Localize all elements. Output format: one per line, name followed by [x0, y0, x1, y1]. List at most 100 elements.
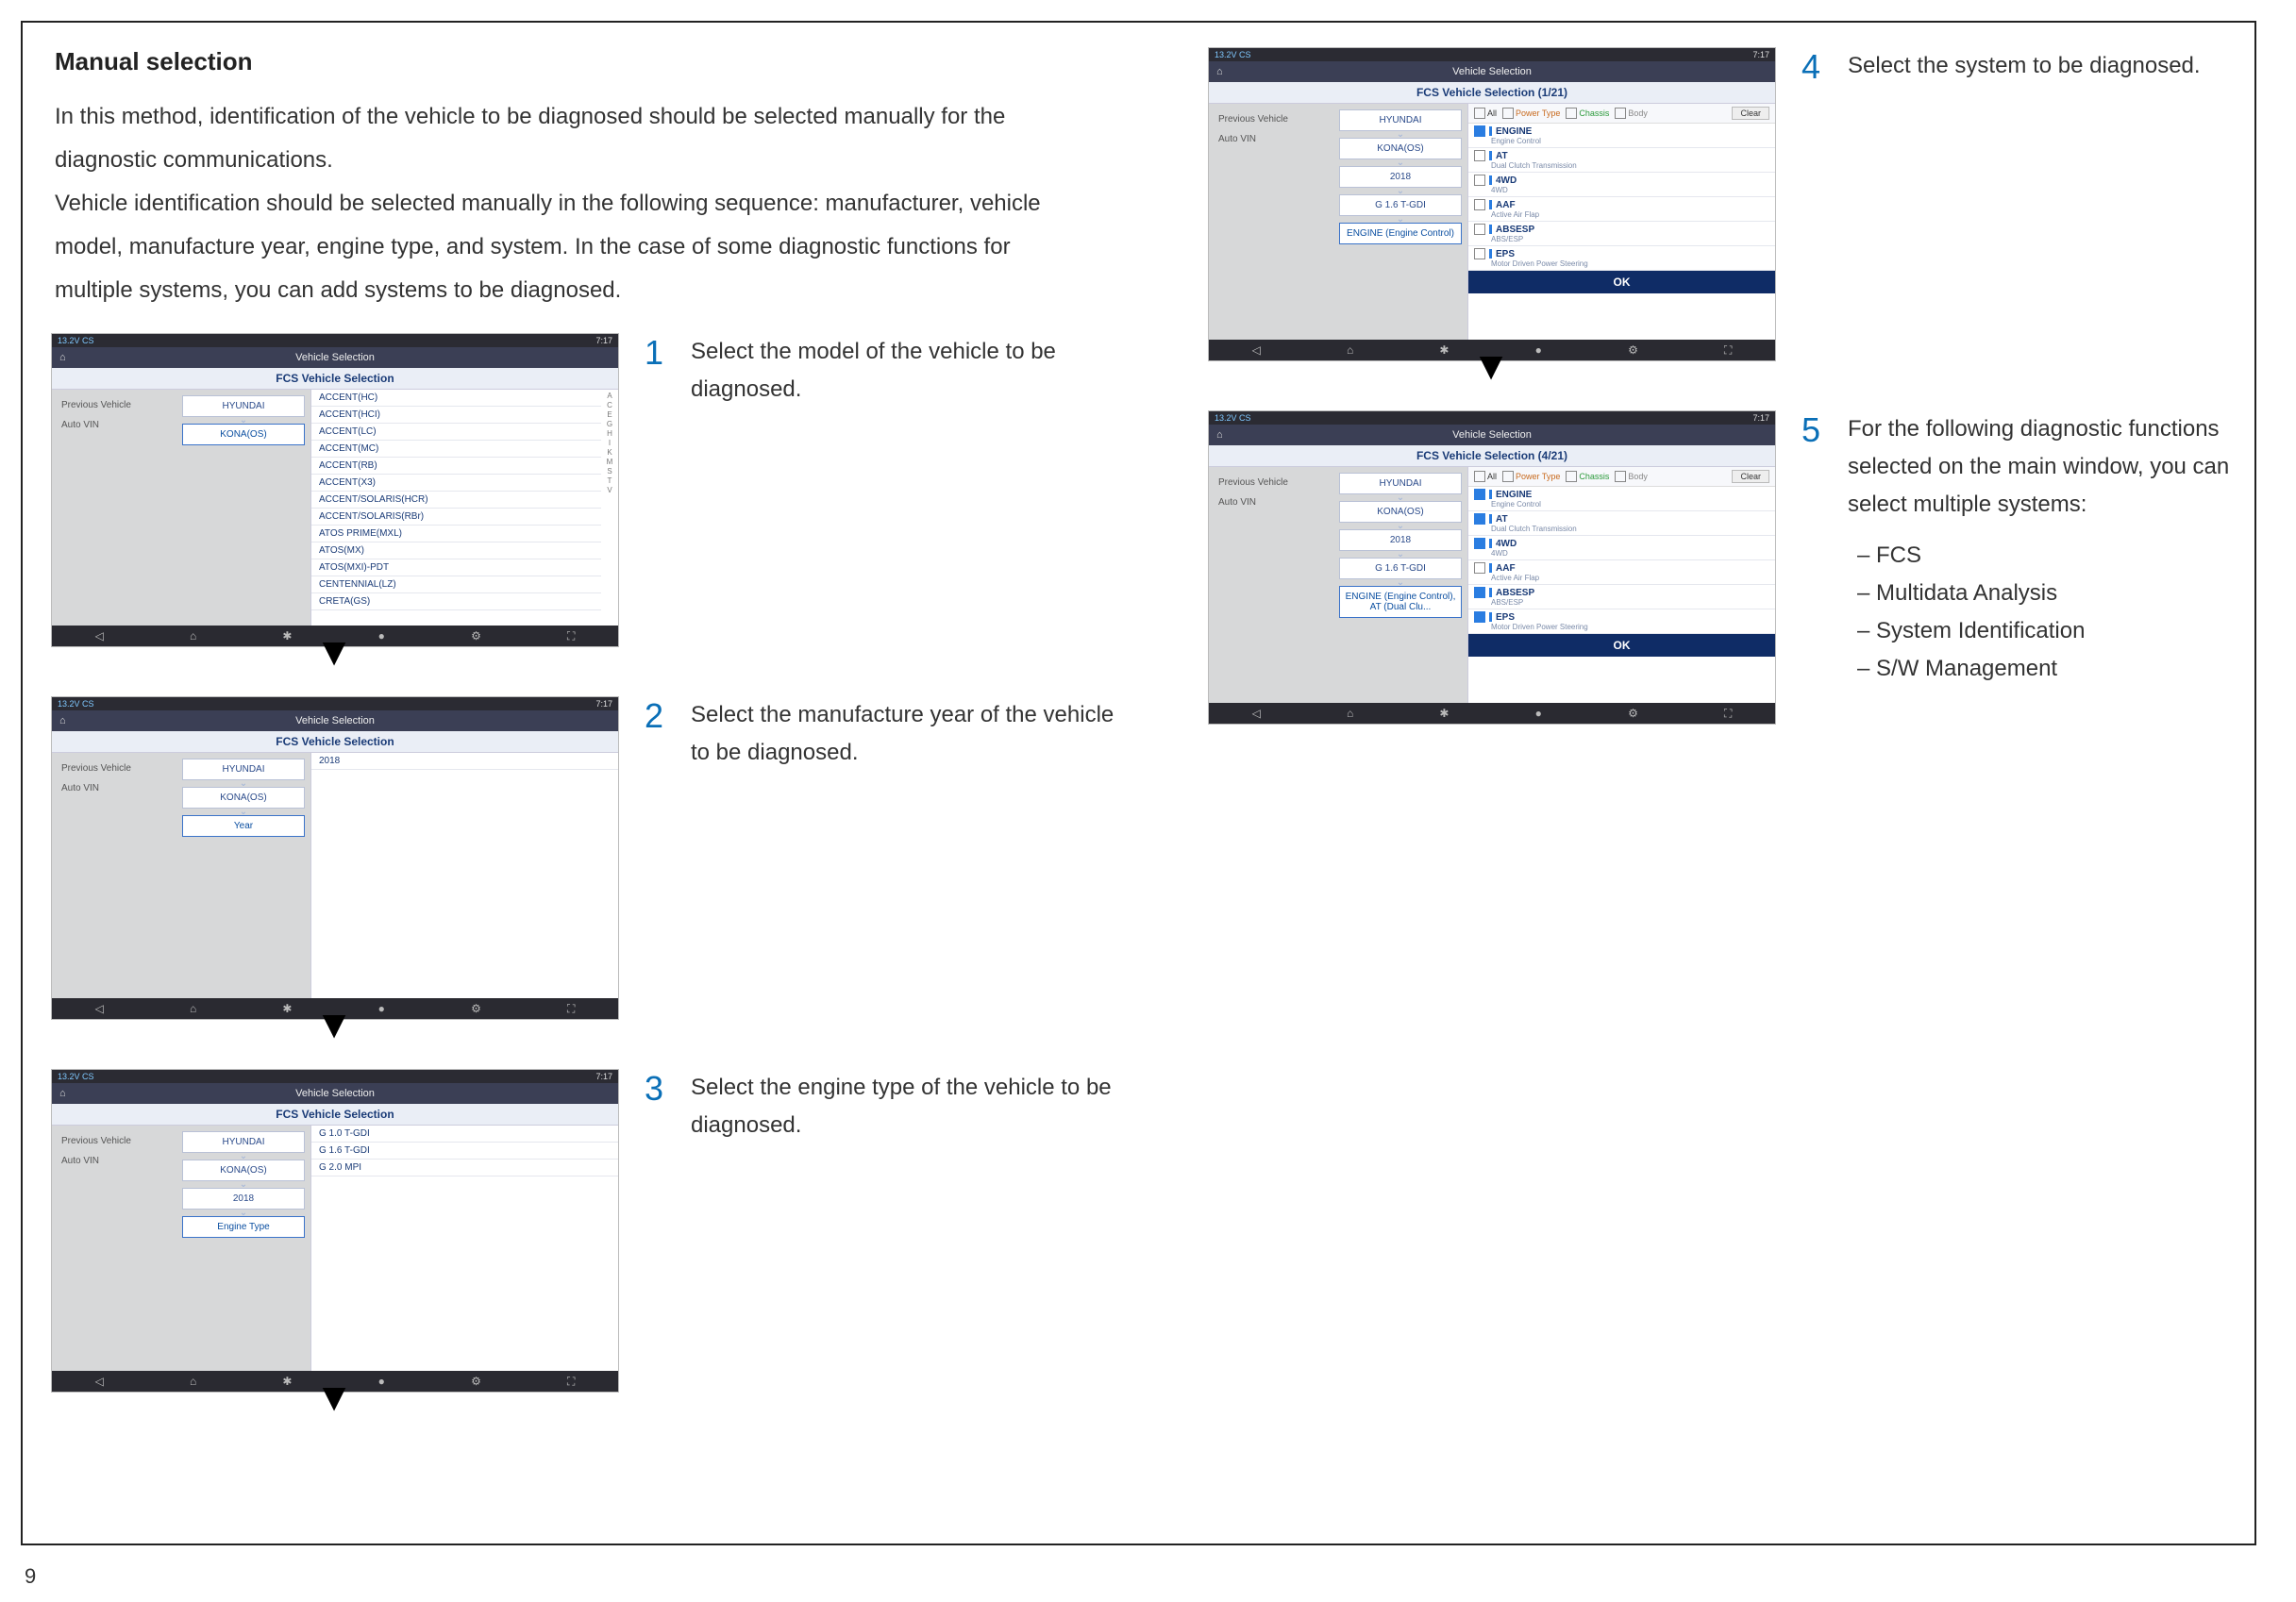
nav-icon[interactable]: ✱: [282, 629, 292, 642]
clear-button[interactable]: Clear: [1732, 470, 1769, 483]
nav-icon[interactable]: ✱: [282, 1375, 292, 1388]
az-index[interactable]: T: [608, 476, 612, 485]
nav-icon[interactable]: ⌂: [1347, 343, 1353, 357]
nav-icon[interactable]: ✱: [1439, 707, 1449, 720]
list-item[interactable]: ACCENT(RB): [311, 458, 601, 475]
system-item[interactable]: EPSMotor Driven Power Steering: [1468, 609, 1775, 634]
nav-icon[interactable]: ◁: [1252, 343, 1261, 357]
breadcrumb-item[interactable]: ENGINE (Engine Control), AT (Dual Clu...: [1339, 586, 1462, 618]
list-item[interactable]: ACCENT(HCI): [311, 407, 601, 424]
az-index[interactable]: E: [607, 410, 612, 419]
az-index[interactable]: C: [607, 401, 612, 409]
nav-icon[interactable]: ⛶: [567, 1002, 575, 1016]
nav-icon[interactable]: ●: [378, 1002, 385, 1015]
list-item[interactable]: ATOS(MX): [311, 542, 601, 559]
breadcrumb-item[interactable]: KONA(OS): [182, 1160, 305, 1181]
system-item[interactable]: ABSESPABS/ESP: [1468, 585, 1775, 609]
nav-icon[interactable]: ⛶: [1724, 343, 1732, 358]
sidebar-item-previous[interactable]: Previous Vehicle: [1215, 475, 1328, 491]
sidebar-item-previous[interactable]: Previous Vehicle: [1215, 111, 1328, 127]
breadcrumb-item[interactable]: 2018: [1339, 166, 1462, 188]
az-index[interactable]: A: [607, 392, 612, 400]
breadcrumb-item[interactable]: KONA(OS): [182, 424, 305, 445]
ok-button[interactable]: OK: [1468, 634, 1775, 657]
nav-icon[interactable]: ⛶: [1724, 707, 1732, 721]
nav-icon[interactable]: ⛶: [567, 1375, 575, 1389]
ok-button[interactable]: OK: [1468, 271, 1775, 293]
filter-power[interactable]: Power Type: [1502, 471, 1560, 482]
filter-all[interactable]: All: [1474, 108, 1497, 119]
list-item[interactable]: ACCENT(MC): [311, 441, 601, 458]
filter-power[interactable]: Power Type: [1502, 108, 1560, 119]
sidebar-item-autovin[interactable]: Auto VIN: [1215, 131, 1328, 147]
sidebar-item-previous[interactable]: Previous Vehicle: [58, 760, 171, 776]
list-item[interactable]: ATOS PRIME(MXL): [311, 526, 601, 542]
nav-icon[interactable]: ●: [378, 629, 385, 642]
system-item[interactable]: AAFActive Air Flap: [1468, 560, 1775, 585]
breadcrumb-item[interactable]: Engine Type: [182, 1216, 305, 1238]
sidebar-item-autovin[interactable]: Auto VIN: [58, 1153, 171, 1169]
list-item[interactable]: 2018: [311, 753, 618, 770]
az-index[interactable]: I: [609, 439, 611, 447]
nav-icon[interactable]: ⌂: [190, 629, 196, 642]
breadcrumb-item[interactable]: HYUNDAI: [182, 1131, 305, 1153]
breadcrumb-item[interactable]: HYUNDAI: [1339, 109, 1462, 131]
home-icon[interactable]: ⌂: [59, 715, 66, 726]
breadcrumb-item[interactable]: 2018: [1339, 529, 1462, 551]
breadcrumb-item[interactable]: KONA(OS): [1339, 138, 1462, 159]
az-index[interactable]: S: [607, 467, 612, 476]
nav-icon[interactable]: ⚙: [471, 1375, 481, 1388]
list-item[interactable]: G 2.0 MPI: [311, 1160, 618, 1176]
system-item[interactable]: ATDual Clutch Transmission: [1468, 148, 1775, 173]
list-item[interactable]: G 1.0 T-GDI: [311, 1126, 618, 1143]
nav-icon[interactable]: ●: [1535, 707, 1542, 720]
filter-chassis[interactable]: Chassis: [1566, 108, 1609, 119]
nav-icon[interactable]: ✱: [1439, 343, 1449, 357]
sidebar-item-previous[interactable]: Previous Vehicle: [58, 397, 171, 413]
filter-all[interactable]: All: [1474, 471, 1497, 482]
home-icon[interactable]: ⌂: [1216, 429, 1223, 441]
az-index[interactable]: V: [607, 486, 612, 494]
list-item[interactable]: ACCENT(X3): [311, 475, 601, 492]
breadcrumb-item[interactable]: KONA(OS): [1339, 501, 1462, 523]
clear-button[interactable]: Clear: [1732, 107, 1769, 120]
breadcrumb-item[interactable]: G 1.6 T-GDI: [1339, 194, 1462, 216]
list-item[interactable]: CENTENNIAL(LZ): [311, 576, 601, 593]
nav-icon[interactable]: ⚙: [471, 1002, 481, 1015]
nav-icon[interactable]: ◁: [95, 1375, 104, 1388]
system-item[interactable]: ENGINEEngine Control: [1468, 124, 1775, 148]
az-index[interactable]: M: [607, 458, 613, 466]
nav-icon[interactable]: ⚙: [1628, 707, 1638, 720]
breadcrumb-item[interactable]: 2018: [182, 1188, 305, 1210]
system-item[interactable]: 4WD4WD: [1468, 536, 1775, 560]
sidebar-item-autovin[interactable]: Auto VIN: [58, 417, 171, 433]
system-item[interactable]: EPSMotor Driven Power Steering: [1468, 246, 1775, 271]
nav-icon[interactable]: ⌂: [1347, 707, 1353, 720]
nav-icon[interactable]: ◁: [1252, 707, 1261, 720]
breadcrumb-item[interactable]: ENGINE (Engine Control): [1339, 223, 1462, 244]
filter-body[interactable]: Body: [1615, 471, 1648, 482]
list-item[interactable]: ACCENT/SOLARIS(RBr): [311, 509, 601, 526]
nav-icon[interactable]: ◁: [95, 1002, 104, 1015]
list-item[interactable]: CRETA(GS): [311, 593, 601, 610]
nav-icon[interactable]: ●: [378, 1375, 385, 1388]
list-item[interactable]: ACCENT(HC): [311, 390, 601, 407]
home-icon[interactable]: ⌂: [59, 352, 66, 363]
filter-body[interactable]: Body: [1615, 108, 1648, 119]
breadcrumb-item[interactable]: HYUNDAI: [182, 395, 305, 417]
nav-icon[interactable]: ⚙: [1628, 343, 1638, 357]
breadcrumb-item[interactable]: HYUNDAI: [182, 759, 305, 780]
nav-icon[interactable]: ⚙: [471, 629, 481, 642]
list-item[interactable]: ACCENT/SOLARIS(HCR): [311, 492, 601, 509]
az-index[interactable]: H: [607, 429, 612, 438]
system-item[interactable]: 4WD4WD: [1468, 173, 1775, 197]
breadcrumb-item[interactable]: KONA(OS): [182, 787, 305, 809]
az-index[interactable]: G: [607, 420, 612, 428]
nav-icon[interactable]: ⛶: [567, 629, 575, 643]
list-item[interactable]: ACCENT(LC): [311, 424, 601, 441]
nav-icon[interactable]: ◁: [95, 629, 104, 642]
nav-icon[interactable]: ⌂: [190, 1375, 196, 1388]
list-item[interactable]: G 1.6 T-GDI: [311, 1143, 618, 1160]
system-item[interactable]: ENGINEEngine Control: [1468, 487, 1775, 511]
sidebar-item-previous[interactable]: Previous Vehicle: [58, 1133, 171, 1149]
